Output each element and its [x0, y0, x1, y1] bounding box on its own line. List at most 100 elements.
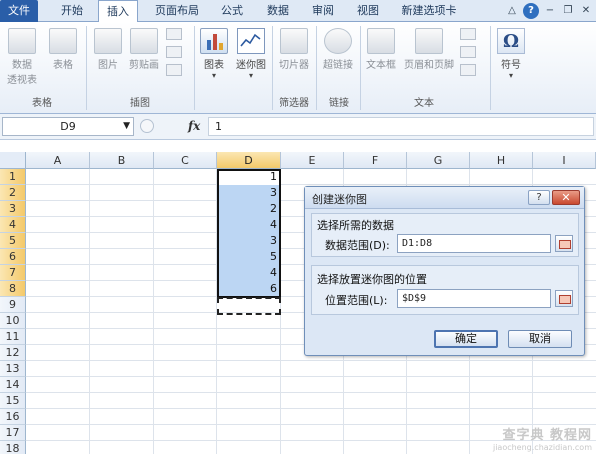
group-label-illustrations: 插图 — [130, 98, 150, 109]
gridline — [26, 360, 596, 361]
table-button[interactable]: 表格 — [46, 28, 80, 71]
row-header[interactable]: 14 — [0, 377, 26, 393]
row-header[interactable]: 16 — [0, 409, 26, 425]
dialog-title-bar[interactable]: 创建迷你图 ? ✕ — [305, 187, 584, 209]
tab-new[interactable]: 新建选项卡 — [396, 0, 462, 22]
gridline — [153, 169, 154, 454]
screenshot-icon[interactable] — [166, 64, 182, 76]
tab-home[interactable]: 开始 — [50, 0, 94, 22]
ribbon-separator — [490, 26, 491, 110]
location-marquee — [217, 297, 281, 315]
location-range-input[interactable]: $D$9 — [397, 289, 551, 308]
restore-icon[interactable]: ❐ — [560, 3, 576, 19]
hyperlink-button[interactable]: 超链接 — [320, 28, 356, 71]
gridline — [26, 376, 596, 377]
row-header[interactable]: 10 — [0, 313, 26, 329]
select-all-corner[interactable] — [0, 152, 26, 169]
tab-file[interactable]: 文件 — [0, 0, 38, 22]
row-header[interactable]: 9 — [0, 297, 26, 313]
formula-input[interactable]: 1 — [208, 117, 594, 136]
clipart-button[interactable]: 剪贴画 — [126, 28, 162, 71]
pivot-table-button[interactable]: 数据 透视表 — [4, 28, 40, 86]
tab-view[interactable]: 视图 — [348, 0, 388, 22]
ribbon-separator — [86, 26, 87, 110]
name-box-dropdown-icon[interactable]: ▼ — [123, 118, 130, 135]
sparkline-dropdown-icon: ▾ — [248, 71, 253, 80]
header-footer-button[interactable]: 页眉和页脚 — [402, 28, 456, 71]
row-header[interactable]: 17 — [0, 425, 26, 441]
dialog-close-button[interactable]: ✕ — [552, 190, 580, 205]
close-icon[interactable]: ✕ — [578, 3, 594, 19]
column-header-h[interactable]: H — [470, 152, 533, 169]
shapes-icon[interactable] — [166, 28, 182, 40]
data-section-title: 选择所需的数据 — [317, 219, 394, 232]
row-header[interactable]: 12 — [0, 345, 26, 361]
watermark: 查字典 教程网 jiaocheng.chazidian.com — [492, 428, 592, 452]
tab-data[interactable]: 数据 — [258, 0, 298, 22]
group-label-filter: 筛选器 — [279, 98, 309, 109]
shapes-smartart-icons[interactable] — [166, 28, 188, 76]
column-header-a[interactable]: A — [26, 152, 90, 169]
selected-range-border — [217, 169, 281, 298]
location-range-collapse-icon[interactable] — [555, 290, 573, 307]
row-header[interactable]: 6 — [0, 249, 26, 265]
picture-button[interactable]: 图片 — [92, 28, 124, 71]
formula-bar: D9 ▼ fx 1 — [0, 114, 596, 140]
object-icon[interactable] — [460, 64, 476, 76]
help-icon[interactable]: ? — [523, 3, 539, 19]
sparkline-icon — [237, 28, 265, 54]
collapse-ribbon-icon[interactable]: △ — [504, 3, 520, 19]
symbol-button[interactable]: Ω 符号 ▾ — [494, 28, 528, 80]
ribbon: 数据 透视表 表格 表格 图片 剪贴画 插图 图表 ▾ 迷你图 ▾ 切片器 筛选… — [0, 22, 596, 114]
column-header-f[interactable]: F — [344, 152, 407, 169]
ok-button[interactable]: 确定 — [434, 330, 498, 348]
row-header[interactable]: 8 — [0, 281, 26, 297]
row-header[interactable]: 3 — [0, 201, 26, 217]
dialog-help-button[interactable]: ? — [528, 190, 550, 205]
name-box[interactable]: D9 ▼ — [2, 117, 134, 136]
insert-function-icon[interactable]: fx — [188, 119, 200, 133]
gridline — [26, 184, 596, 185]
table-icon — [49, 28, 77, 54]
formula-expand-icon[interactable] — [140, 119, 154, 133]
tab-formulas[interactable]: 公式 — [212, 0, 252, 22]
column-header-d[interactable]: D — [217, 152, 281, 169]
row-header[interactable]: 13 — [0, 361, 26, 377]
row-header[interactable]: 18 — [0, 441, 26, 454]
row-header[interactable]: 4 — [0, 217, 26, 233]
group-label-text: 文本 — [414, 98, 434, 109]
pivot-table-icon — [8, 28, 36, 54]
data-range-collapse-icon[interactable] — [555, 235, 573, 252]
slicer-button[interactable]: 切片器 — [276, 28, 312, 71]
row-header[interactable]: 1 — [0, 169, 26, 185]
symbol-dropdown-icon: ▾ — [508, 71, 513, 80]
row-header[interactable]: 15 — [0, 393, 26, 409]
tab-review[interactable]: 审阅 — [303, 0, 343, 22]
minimize-icon[interactable]: − — [542, 3, 558, 19]
smartart-icon[interactable] — [166, 46, 182, 58]
text-small-icons[interactable] — [460, 28, 482, 76]
textbox-button[interactable]: 文本框 — [362, 28, 400, 71]
location-range-label: 位置范围(L): — [325, 294, 388, 307]
row-header[interactable]: 11 — [0, 329, 26, 345]
wordart-icon[interactable] — [460, 28, 476, 40]
column-header-i[interactable]: I — [533, 152, 596, 169]
chart-dropdown-icon: ▾ — [211, 71, 216, 80]
globe-icon — [324, 28, 352, 54]
data-range-input[interactable]: D1:D8 — [397, 234, 551, 253]
column-header-g[interactable]: G — [407, 152, 470, 169]
data-range-label: 数据范围(D): — [325, 239, 390, 252]
row-header[interactable]: 7 — [0, 265, 26, 281]
tab-page-layout[interactable]: 页面布局 — [146, 0, 208, 22]
column-header-e[interactable]: E — [281, 152, 344, 169]
tab-insert[interactable]: 插入 — [98, 0, 138, 23]
row-header[interactable]: 5 — [0, 233, 26, 249]
ribbon-separator — [316, 26, 317, 110]
sparkline-button[interactable]: 迷你图 ▾ — [232, 28, 270, 80]
cancel-button[interactable]: 取消 — [508, 330, 572, 348]
row-header[interactable]: 2 — [0, 185, 26, 201]
signature-line-icon[interactable] — [460, 46, 476, 58]
chart-button[interactable]: 图表 ▾ — [198, 28, 230, 80]
column-header-c[interactable]: C — [154, 152, 217, 169]
column-header-b[interactable]: B — [90, 152, 154, 169]
